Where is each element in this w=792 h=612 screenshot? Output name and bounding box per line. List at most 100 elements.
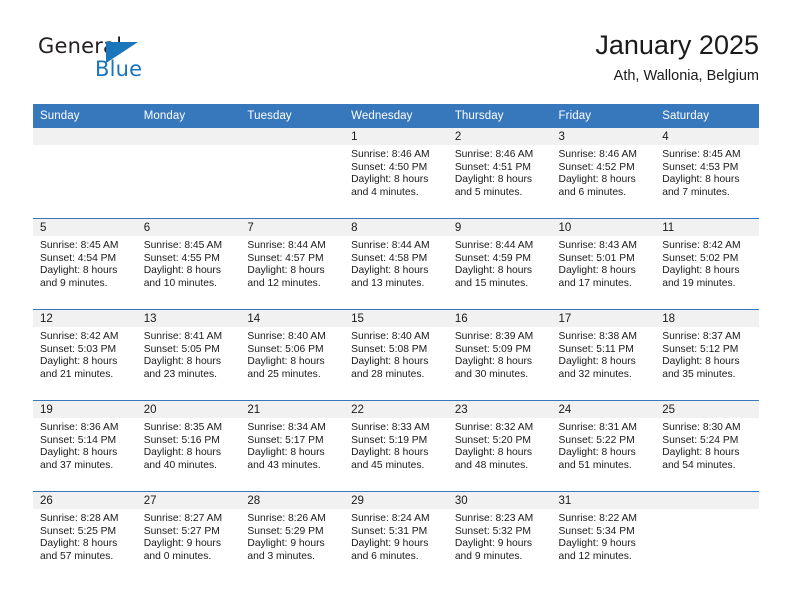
calendar-week-row: 1 Sunrise: 8:46 AM Sunset: 4:50 PM Daylight… [33,128,759,219]
daylight-text: Daylight: 8 hours and 5 minutes. [454,174,533,198]
calendar-day-cell[interactable]: 26 Sunrise: 8:28 AM Sunset: 5:25 PM Dayligh… [33,491,137,582]
calendar-day-cell[interactable]: 18 Sunrise: 8:37 AM Sunset: 5:12 PM Dayligh… [655,309,759,401]
calendar-day-cell-empty [136,128,241,219]
calendar-day-cell[interactable]: 3 Sunrise: 8:46 AM Sunset: 4:52 PM Daylight… [551,128,656,219]
calendar-day-cell[interactable]: 21 Sunrise: 8:34 AM Sunset: 5:17 PM Dayligh… [240,400,345,492]
daylight-text: Daylight: 8 hours and 28 minutes. [351,356,429,380]
day-cell-details: Sunrise: 8:46 AM Sunset: 4:51 PM Daylight:… [448,145,552,199]
sunset-text: Sunset: 4:50 PM [351,161,428,173]
calendar-day-cell[interactable]: 6 Sunrise: 8:45 AM Sunset: 4:55 PM Daylight… [136,218,241,310]
sunrise-text: Sunrise: 8:44 AM [454,240,534,251]
daylight-text: Daylight: 9 hours and 9 minutes. [454,538,533,562]
day-number: 24 [551,401,656,418]
day-cell-details: Sunrise: 8:44 AM Sunset: 4:57 PM Daylight:… [240,236,344,290]
calendar-day-cell[interactable]: 2 Sunrise: 8:46 AM Sunset: 4:51 PM Daylight… [447,128,552,219]
sunset-text: Sunset: 5:09 PM [454,343,531,355]
sunset-text: Sunset: 5:27 PM [143,525,220,537]
calendar-day-cell[interactable]: 17 Sunrise: 8:38 AM Sunset: 5:11 PM Dayligh… [551,309,656,401]
sunrise-text: Sunrise: 8:27 AM [143,513,223,524]
day-cell-inner: 23 Sunrise: 8:32 AM Sunset: 5:20 PM Dayligh… [447,401,552,491]
calendar-day-cell[interactable]: 15 Sunrise: 8:40 AM Sunset: 5:08 PM Dayligh… [344,309,448,401]
sunrise-text: Sunrise: 8:40 AM [351,331,430,342]
calendar-day-cell[interactable]: 13 Sunrise: 8:41 AM Sunset: 5:05 PM Dayligh… [136,309,241,401]
day-cell-inner: 18 Sunrise: 8:37 AM Sunset: 5:12 PM Dayligh… [655,310,759,400]
sunset-text: Sunset: 5:02 PM [662,252,739,264]
title-block: January 2025 Ath, Wallonia, Belgium [595,28,759,85]
day-cell-inner: 16 Sunrise: 8:39 AM Sunset: 5:09 PM Dayligh… [447,310,552,400]
sunrise-text: Sunrise: 8:33 AM [351,422,430,433]
logo-word-blue: Blue [95,57,143,81]
sunrise-text: Sunrise: 8:39 AM [454,331,534,342]
calendar-day-cell[interactable]: 22 Sunrise: 8:33 AM Sunset: 5:19 PM Dayligh… [344,400,448,492]
calendar-day-cell[interactable]: 20 Sunrise: 8:35 AM Sunset: 5:16 PM Dayligh… [136,400,241,492]
day-number: 4 [655,128,759,145]
daylight-text: Daylight: 8 hours and 25 minutes. [247,356,325,380]
calendar-day-cell[interactable]: 29 Sunrise: 8:24 AM Sunset: 5:31 PM Dayligh… [344,491,448,582]
calendar-day-cell[interactable]: 19 Sunrise: 8:36 AM Sunset: 5:14 PM Dayligh… [33,400,137,492]
day-cell-details: Sunrise: 8:36 AM Sunset: 5:14 PM Daylight:… [33,418,137,472]
sunset-text: Sunset: 5:25 PM [40,525,117,537]
sunset-text: Sunset: 5:06 PM [247,343,324,355]
day-number: 3 [551,128,656,145]
calendar-day-cell[interactable]: 11 Sunrise: 8:42 AM Sunset: 5:02 PM Dayligh… [655,218,759,310]
day-cell-inner: 29 Sunrise: 8:24 AM Sunset: 5:31 PM Dayligh… [344,492,448,582]
day-cell-details: Sunrise: 8:24 AM Sunset: 5:31 PM Daylight:… [344,509,448,563]
daylight-text: Daylight: 8 hours and 15 minutes. [454,265,533,289]
calendar-day-cell[interactable]: 28 Sunrise: 8:26 AM Sunset: 5:29 PM Dayligh… [240,491,345,582]
calendar-day-cell[interactable]: 8 Sunrise: 8:44 AM Sunset: 4:58 PM Daylight… [344,218,448,310]
day-cell-inner [240,128,345,218]
daylight-text: Daylight: 8 hours and 32 minutes. [558,356,636,380]
sunrise-text: Sunrise: 8:31 AM [558,422,637,433]
sunrise-text: Sunrise: 8:46 AM [558,149,637,160]
day-number [655,492,759,509]
day-number: 27 [136,492,241,509]
day-cell-inner: 17 Sunrise: 8:38 AM Sunset: 5:11 PM Dayligh… [551,310,656,400]
calendar-day-cell[interactable]: 12 Sunrise: 8:42 AM Sunset: 5:03 PM Dayligh… [33,309,137,401]
sunset-text: Sunset: 5:19 PM [351,434,428,446]
calendar-day-cell[interactable]: 16 Sunrise: 8:39 AM Sunset: 5:09 PM Dayligh… [447,309,552,401]
calendar-day-cell[interactable]: 31 Sunrise: 8:22 AM Sunset: 5:34 PM Dayligh… [551,491,656,582]
daylight-text: Daylight: 8 hours and 54 minutes. [662,447,740,471]
calendar-day-cell[interactable]: 7 Sunrise: 8:44 AM Sunset: 4:57 PM Daylight… [240,218,345,310]
sunrise-text: Sunrise: 8:45 AM [40,240,119,251]
day-number [136,128,241,145]
day-cell-inner: 9 Sunrise: 8:44 AM Sunset: 4:59 PM Daylight… [447,219,552,309]
calendar-day-cell[interactable]: 24 Sunrise: 8:31 AM Sunset: 5:22 PM Dayligh… [551,400,656,492]
daylight-text: Daylight: 8 hours and 35 minutes. [662,356,740,380]
calendar-day-cell[interactable]: 4 Sunrise: 8:45 AM Sunset: 4:53 PM Daylight… [655,128,759,219]
day-cell-inner: 8 Sunrise: 8:44 AM Sunset: 4:58 PM Daylight… [344,219,448,309]
day-number: 15 [344,310,448,327]
calendar-day-cell[interactable]: 9 Sunrise: 8:44 AM Sunset: 4:59 PM Daylight… [447,218,552,310]
day-cell-details: Sunrise: 8:40 AM Sunset: 5:08 PM Daylight:… [344,327,448,381]
sunrise-text: Sunrise: 8:30 AM [662,422,741,433]
calendar-day-cell[interactable]: 25 Sunrise: 8:30 AM Sunset: 5:24 PM Dayligh… [655,400,759,492]
daylight-text: Daylight: 8 hours and 23 minutes. [143,356,221,380]
sunrise-text: Sunrise: 8:44 AM [247,240,326,251]
day-cell-details: Sunrise: 8:39 AM Sunset: 5:09 PM Daylight:… [448,327,552,381]
sunset-text: Sunset: 5:03 PM [40,343,117,355]
calendar-day-cell-empty [240,128,345,219]
calendar-page: General Blue January 2025 Ath, Wallonia,… [0,0,792,612]
calendar-day-cell[interactable]: 27 Sunrise: 8:27 AM Sunset: 5:27 PM Dayligh… [136,491,241,582]
day-number: 26 [33,492,137,509]
calendar-day-cell[interactable]: 23 Sunrise: 8:32 AM Sunset: 5:20 PM Dayligh… [447,400,552,492]
calendar-day-cell[interactable]: 30 Sunrise: 8:23 AM Sunset: 5:32 PM Dayligh… [447,491,552,582]
day-number [240,128,345,145]
sunset-text: Sunset: 5:22 PM [558,434,635,446]
day-number: 29 [344,492,448,509]
page-subtitle-location: Ath, Wallonia, Belgium [613,68,759,84]
day-cell-details: Sunrise: 8:23 AM Sunset: 5:32 PM Daylight:… [448,509,552,563]
weekday-header-sunday: Sunday [33,104,137,128]
day-number: 14 [240,310,345,327]
calendar-day-cell[interactable]: 14 Sunrise: 8:40 AM Sunset: 5:06 PM Dayligh… [240,309,345,401]
calendar-day-cell[interactable]: 1 Sunrise: 8:46 AM Sunset: 4:50 PM Daylight… [344,128,448,219]
sunrise-text: Sunrise: 8:41 AM [143,331,223,342]
daylight-text: Daylight: 8 hours and 6 minutes. [558,174,636,198]
sunset-text: Sunset: 4:54 PM [40,252,117,264]
day-cell-details: Sunrise: 8:35 AM Sunset: 5:16 PM Daylight:… [137,418,241,472]
calendar-week-row: 5 Sunrise: 8:45 AM Sunset: 4:54 PM Daylight… [33,218,759,310]
calendar-day-cell[interactable]: 10 Sunrise: 8:43 AM Sunset: 5:01 PM Dayligh… [551,218,656,310]
calendar-day-cell[interactable]: 5 Sunrise: 8:45 AM Sunset: 4:54 PM Daylight… [33,218,137,310]
sunset-text: Sunset: 4:51 PM [454,161,531,173]
day-cell-inner: 26 Sunrise: 8:28 AM Sunset: 5:25 PM Dayligh… [33,492,137,582]
